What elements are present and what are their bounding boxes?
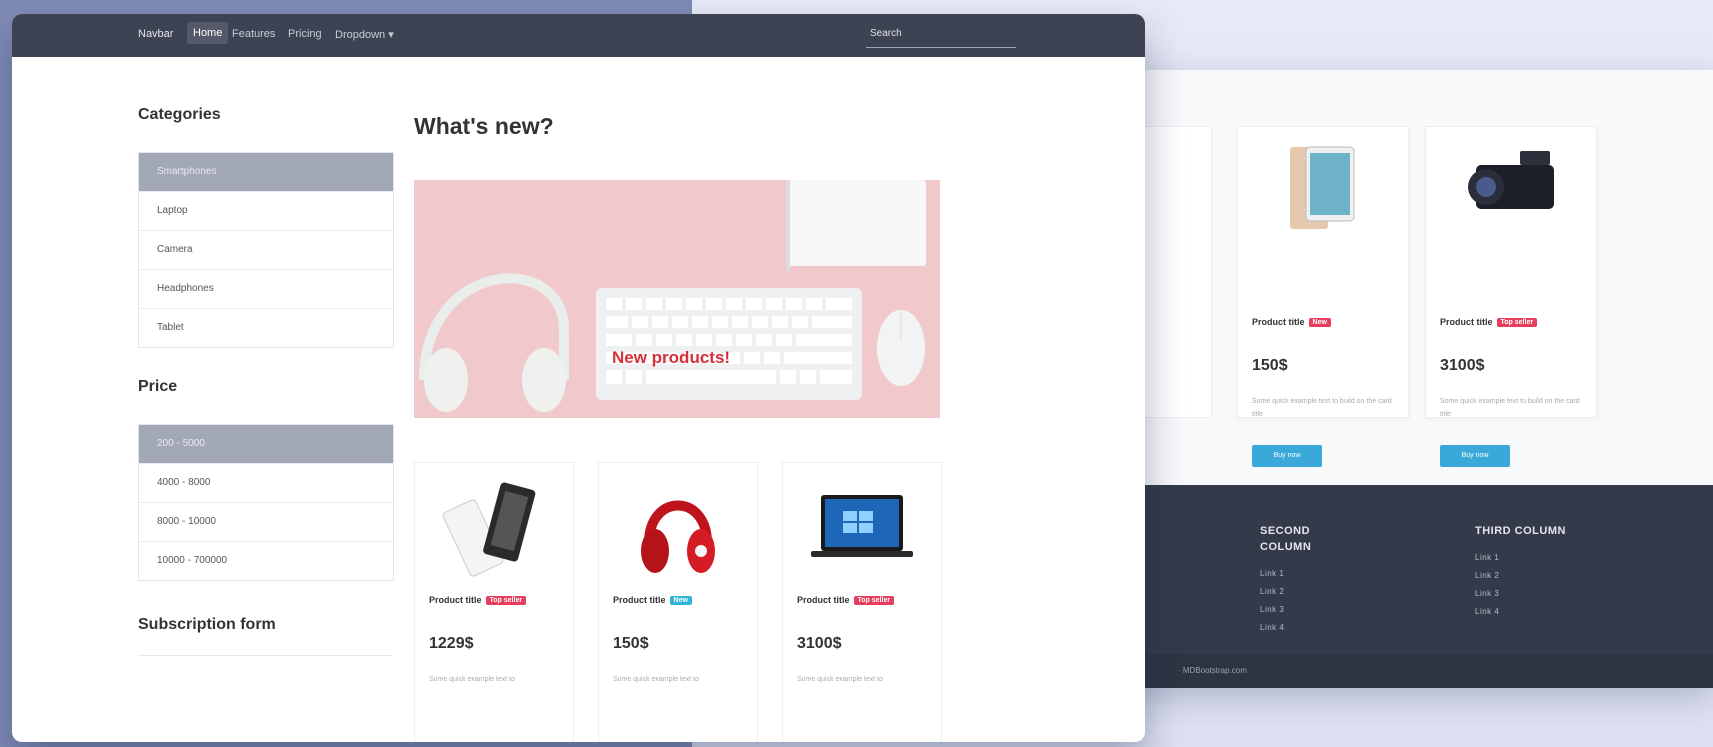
back-page-window: Product title New 150$ Some quick example…: [1080, 70, 1713, 688]
price-range-item[interactable]: 10000 - 700000: [139, 541, 393, 580]
footer-link[interactable]: Link 4: [1475, 603, 1615, 621]
category-item[interactable]: Headphones: [139, 269, 393, 308]
category-item[interactable]: Smartphones: [139, 153, 393, 191]
banner-text: New products!: [612, 348, 731, 367]
camcorder-image: [1468, 151, 1554, 209]
footer-col-title: SECOND COLUMN: [1260, 525, 1312, 553]
product-description: Some quick example text to build on the …: [1252, 398, 1392, 418]
footer-link[interactable]: Link 1: [1260, 565, 1340, 583]
footer-col-third: THIRD COLUMN Link 1 Link 2 Link 3 Link 4: [1475, 523, 1615, 621]
buy-button[interactable]: Buy now: [1252, 445, 1322, 467]
product-card: Product title New 150$ Some quick example…: [598, 462, 758, 742]
product-price: 3100$: [1440, 357, 1485, 374]
product-price: 150$: [613, 635, 649, 652]
back-product-card: Product title New 150$ Some quick example…: [1237, 126, 1409, 467]
product-title: Product title New: [1252, 317, 1331, 328]
navbar: Navbar Home Features Pricing Dropdown ▾: [12, 14, 1145, 57]
front-page-window: Navbar Home Features Pricing Dropdown ▾ …: [12, 14, 1145, 742]
banner-image: [419, 180, 926, 412]
category-item[interactable]: Camera: [139, 230, 393, 269]
footer-col-second: SECOND COLUMN Link 1 Link 2 Link 3 Link …: [1260, 523, 1340, 637]
subscription-title: Subscription form: [138, 616, 276, 633]
product-title: Product title New: [613, 595, 692, 606]
headphones-image: [641, 500, 715, 573]
product-price: 150$: [1252, 357, 1288, 374]
phone-image: [442, 482, 536, 577]
product-title: Product title Top seller: [797, 595, 895, 606]
product-description: Some quick example text to: [613, 676, 699, 683]
product-card: Product title Top seller 3100$ Some quick…: [782, 462, 942, 742]
product-title: Product title Top seller: [429, 595, 527, 606]
footer-link[interactable]: Link 3: [1260, 601, 1340, 619]
product-title: Product title Top seller: [1440, 317, 1538, 328]
product-badge: Top seller: [1496, 318, 1538, 328]
search-input[interactable]: [866, 20, 1016, 48]
price-range-item[interactable]: 4000 - 8000: [139, 463, 393, 502]
nav-item-features[interactable]: Features: [232, 28, 275, 40]
product-badge: Top seller: [485, 596, 527, 606]
footer-link[interactable]: Link 1: [1475, 549, 1615, 567]
back-product-card: Product title Top seller 3100$ Some quick…: [1425, 126, 1597, 467]
price-title: Price: [138, 378, 178, 395]
nav-item-pricing[interactable]: Pricing: [288, 28, 322, 40]
footer-col-title: THIRD COLUMN: [1475, 525, 1566, 537]
laptop-image: [811, 495, 913, 557]
footer-link[interactable]: Link 4: [1260, 619, 1340, 637]
footer-link[interactable]: Link 2: [1475, 567, 1615, 585]
product-description: Some quick example text to: [429, 676, 515, 683]
product-description: Some quick example text to: [797, 676, 883, 683]
footer-link[interactable]: Link 2: [1260, 583, 1340, 601]
navbar-brand[interactable]: Navbar: [138, 28, 173, 40]
tablet-image: [1290, 146, 1355, 229]
product-card: Product title Top seller 1229$ Some quick…: [414, 462, 574, 742]
category-item[interactable]: Laptop: [139, 191, 393, 230]
product-price: 3100$: [797, 635, 842, 652]
category-item[interactable]: Tablet: [139, 308, 393, 347]
back-footer: S SECOND COLUMN Link 1 Link 2 Link 3 Lin…: [1080, 485, 1713, 688]
product-badge: New: [1308, 318, 1331, 328]
new-products-banner[interactable]: New products!: [414, 180, 940, 418]
product-badge: New: [669, 596, 692, 606]
nav-item-dropdown[interactable]: Dropdown ▾: [335, 28, 394, 41]
price-range-item[interactable]: 200 - 5000: [139, 425, 393, 463]
back-product-section: Product title New 150$ Some quick example…: [1080, 70, 1713, 485]
whats-new-title: What's new?: [414, 113, 554, 139]
product-badge: Top seller: [853, 596, 895, 606]
copyright-text: · MDBootstrap.com: [1178, 666, 1247, 675]
nav-item-home[interactable]: Home: [187, 22, 229, 44]
footer-link[interactable]: Link 3: [1475, 585, 1615, 603]
product-price: 1229$: [429, 635, 474, 652]
subscription-form: [138, 655, 392, 706]
categories-title: Categories: [138, 106, 221, 123]
price-list: 200 - 5000 4000 - 8000 8000 - 10000 1000…: [138, 424, 394, 581]
buy-button[interactable]: Buy now: [1440, 445, 1510, 467]
price-range-item[interactable]: 8000 - 10000: [139, 502, 393, 541]
footer-copyright-bar: · MDBootstrap.com: [1080, 654, 1713, 688]
categories-list: Smartphones Laptop Camera Headphones Tab…: [138, 152, 394, 348]
product-description: Some quick example text to build on the …: [1440, 398, 1580, 418]
